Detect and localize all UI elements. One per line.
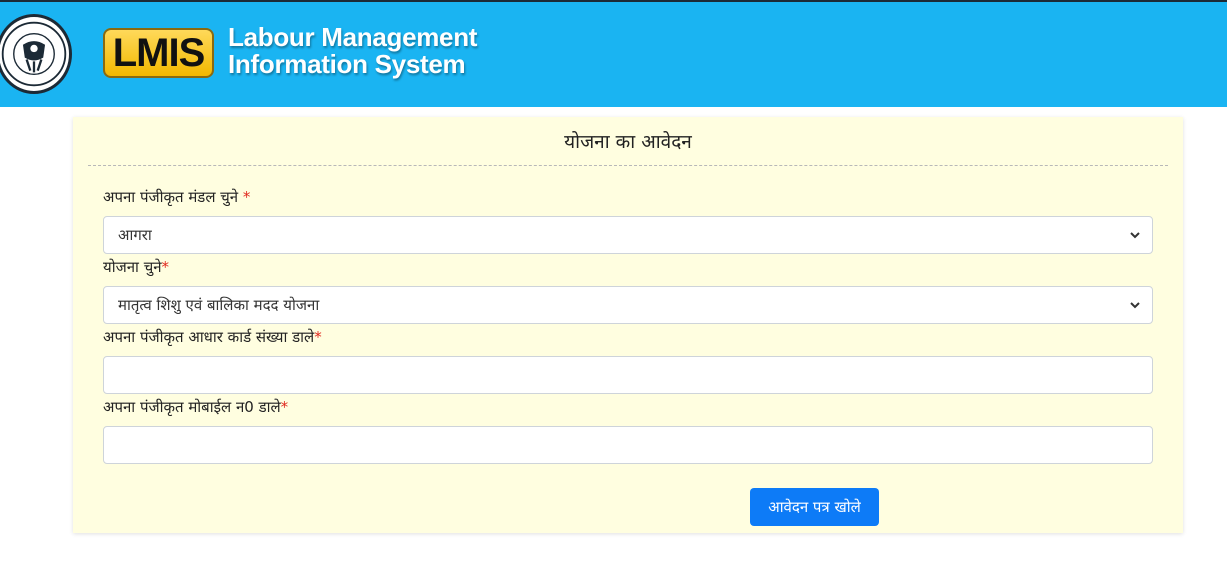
app-title-line2: Information System — [228, 49, 466, 79]
app-title-line1: Labour Management — [228, 22, 478, 52]
scheme-label-text: योजना चुने — [103, 258, 162, 276]
division-label-text: अपना पंजीकृत मंडल चुने — [103, 188, 243, 206]
required-mark: * — [280, 398, 289, 416]
mobile-label-text: अपना पंजीकृत मोबाईल न0 डाले — [103, 398, 281, 416]
app-header: LMIS Labour Management Information Syste… — [0, 0, 1227, 107]
aadhaar-label: अपना पंजीकृत आधार कार्ड संख्या डाले* — [103, 327, 322, 347]
mobile-input[interactable] — [103, 426, 1153, 464]
open-application-button[interactable]: आवेदन पत्र खोले — [750, 488, 879, 526]
mobile-label: अपना पंजीकृत मोबाईल न0 डाले* — [103, 397, 288, 417]
lmis-logo: LMIS — [103, 28, 214, 78]
form-title: योजना का आवेदन — [564, 131, 692, 153]
chevron-down-icon — [1130, 302, 1140, 309]
required-mark: * — [161, 258, 170, 276]
scheme-application-card: योजना का आवेदन अपना पंजीकृत मंडल चुने * … — [73, 117, 1183, 533]
division-label: अपना पंजीकृत मंडल चुने * — [103, 187, 250, 207]
required-mark: * — [242, 188, 251, 206]
up-government-emblem — [0, 14, 72, 94]
app-title: Labour Management Information System — [228, 24, 477, 78]
division-select-value: आगरा — [118, 226, 152, 244]
title-divider — [88, 165, 1168, 166]
scheme-select-value: मातृत्व शिशु एवं बालिका मदद योजना — [118, 296, 320, 314]
aadhaar-input[interactable] — [103, 356, 1153, 394]
scheme-label: योजना चुने* — [103, 257, 169, 277]
required-mark: * — [314, 328, 322, 346]
scheme-select[interactable]: मातृत्व शिशु एवं बालिका मदद योजना — [103, 286, 1153, 324]
division-select[interactable]: आगरा — [103, 216, 1153, 254]
emblem-icon — [1, 21, 67, 87]
chevron-down-icon — [1130, 232, 1140, 239]
aadhaar-label-text: अपना पंजीकृत आधार कार्ड संख्या डाले — [103, 328, 315, 346]
